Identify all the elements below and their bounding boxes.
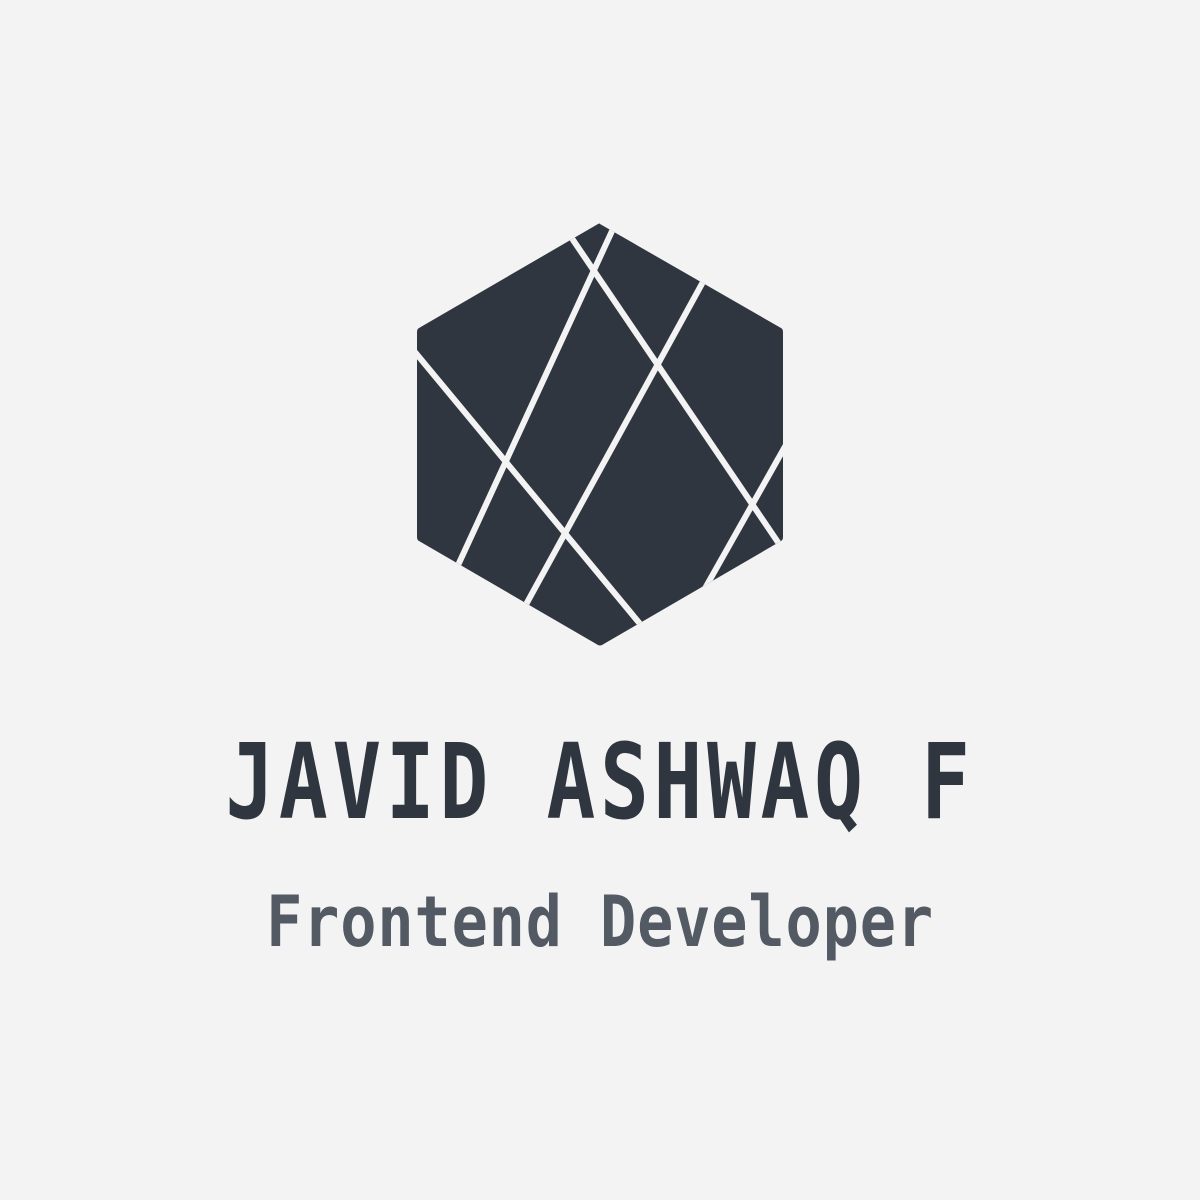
logo-canvas: JAVID ASHWAQ F Frontend Developer (0, 0, 1200, 1200)
owner-name: JAVID ASHWAQ F (225, 721, 975, 843)
job-title: Frontend Developer (266, 881, 934, 963)
faceted-hexagon-icon (417, 223, 783, 646)
